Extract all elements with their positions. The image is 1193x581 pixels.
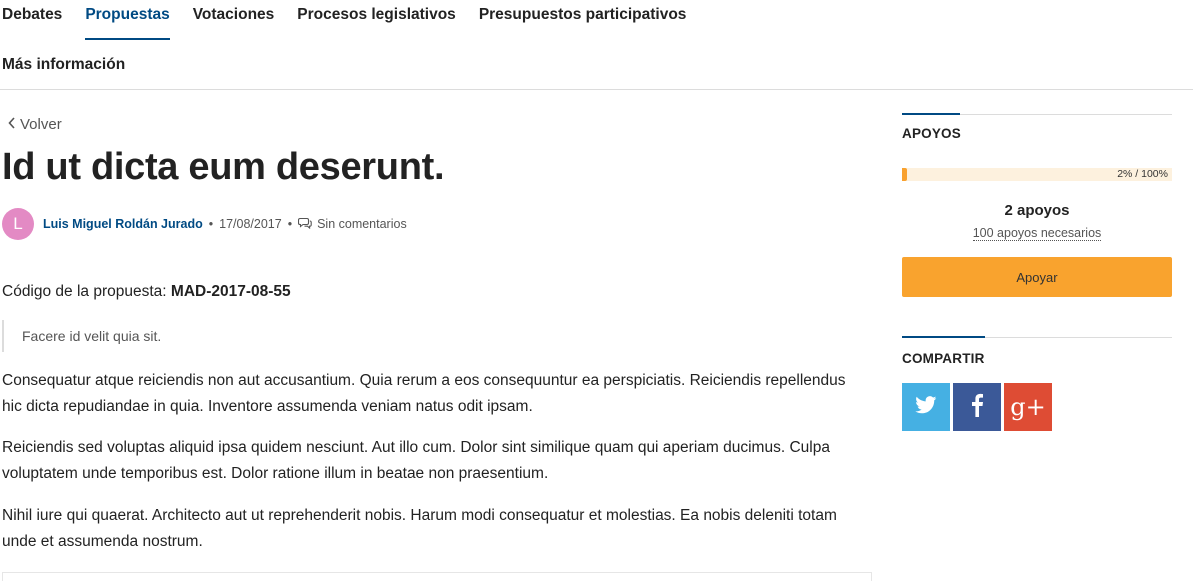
author-link[interactable]: Luis Miguel Roldán Jurado xyxy=(43,217,203,231)
separator-dot: • xyxy=(208,217,214,231)
nav-item-propuestas[interactable]: Propuestas xyxy=(85,6,170,40)
google-plus-icon: g+ xyxy=(1010,393,1046,421)
main-navigation: Debates Propuestas Votaciones Procesos l… xyxy=(0,0,1193,90)
back-link[interactable]: Volver xyxy=(8,116,62,133)
votes-needed-label: 100 apoyos necesarios xyxy=(972,226,1102,241)
nav-item-procesos-legislativos[interactable]: Procesos legislativos xyxy=(297,6,456,40)
description-paragraph: Consequatur atque reiciendis non aut acc… xyxy=(2,372,846,415)
description-paragraph: Nihil iure qui quaerat. Architecto aut u… xyxy=(2,507,837,550)
description-paragraph: Reiciendis sed voluptas aliquid ipsa qui… xyxy=(2,439,830,482)
nav-row-secondary: Más información xyxy=(2,56,148,90)
votes-needed: 100 apoyos necesarios xyxy=(902,226,1172,241)
proposal-date: 17/08/2017 xyxy=(219,217,282,231)
nav-item-mas-informacion[interactable]: Más información xyxy=(2,56,125,90)
proposal-code: Código de la propuesta: MAD-2017-08-55 xyxy=(2,283,291,301)
support-progress-fill xyxy=(902,168,908,181)
votes-count: 2 apoyos xyxy=(1004,202,1070,219)
share-twitter-button[interactable] xyxy=(902,383,950,431)
share-google-plus-button[interactable]: g+ xyxy=(1004,383,1052,431)
proposal-code-label: Código de la propuesta: xyxy=(2,283,167,300)
supports-heading: APOYOS xyxy=(902,126,961,141)
share-section: COMPARTIR xyxy=(902,336,1172,366)
nav-row-primary: Debates Propuestas Votaciones Procesos l… xyxy=(2,6,709,40)
support-progress-bar: 2% / 100% xyxy=(902,168,1172,181)
proposal-code-value: MAD-2017-08-55 xyxy=(170,283,291,300)
share-buttons: g+ xyxy=(902,383,1055,431)
proposal-meta: L Luis Miguel Roldán Jurado • 17/08/2017… xyxy=(2,208,407,240)
section-accent xyxy=(902,336,985,338)
proposal-title: Id ut dicta eum deserunt. xyxy=(2,146,445,188)
nav-item-presupuestos-participativos[interactable]: Presupuestos participativos xyxy=(479,6,687,40)
support-button[interactable]: Apoyar xyxy=(902,257,1172,297)
support-progress-label: 2% / 100% xyxy=(1117,168,1168,180)
section-accent xyxy=(902,113,960,115)
share-heading: COMPARTIR xyxy=(902,351,985,366)
separator-dot: • xyxy=(287,217,293,231)
proposal-summary: Facere id velit quia sit. xyxy=(2,320,161,352)
comments-icon xyxy=(298,217,312,232)
facebook-icon xyxy=(971,393,983,422)
nav-item-debates[interactable]: Debates xyxy=(2,6,62,40)
nav-item-votaciones[interactable]: Votaciones xyxy=(193,6,275,40)
avatar: L xyxy=(2,208,34,240)
content-box xyxy=(2,572,872,581)
comments-link[interactable]: Sin comentarios xyxy=(317,217,407,231)
back-link-label: Volver xyxy=(20,116,62,133)
twitter-icon xyxy=(915,395,937,419)
chevron-left-icon xyxy=(8,117,16,132)
share-facebook-button[interactable] xyxy=(953,383,1001,431)
